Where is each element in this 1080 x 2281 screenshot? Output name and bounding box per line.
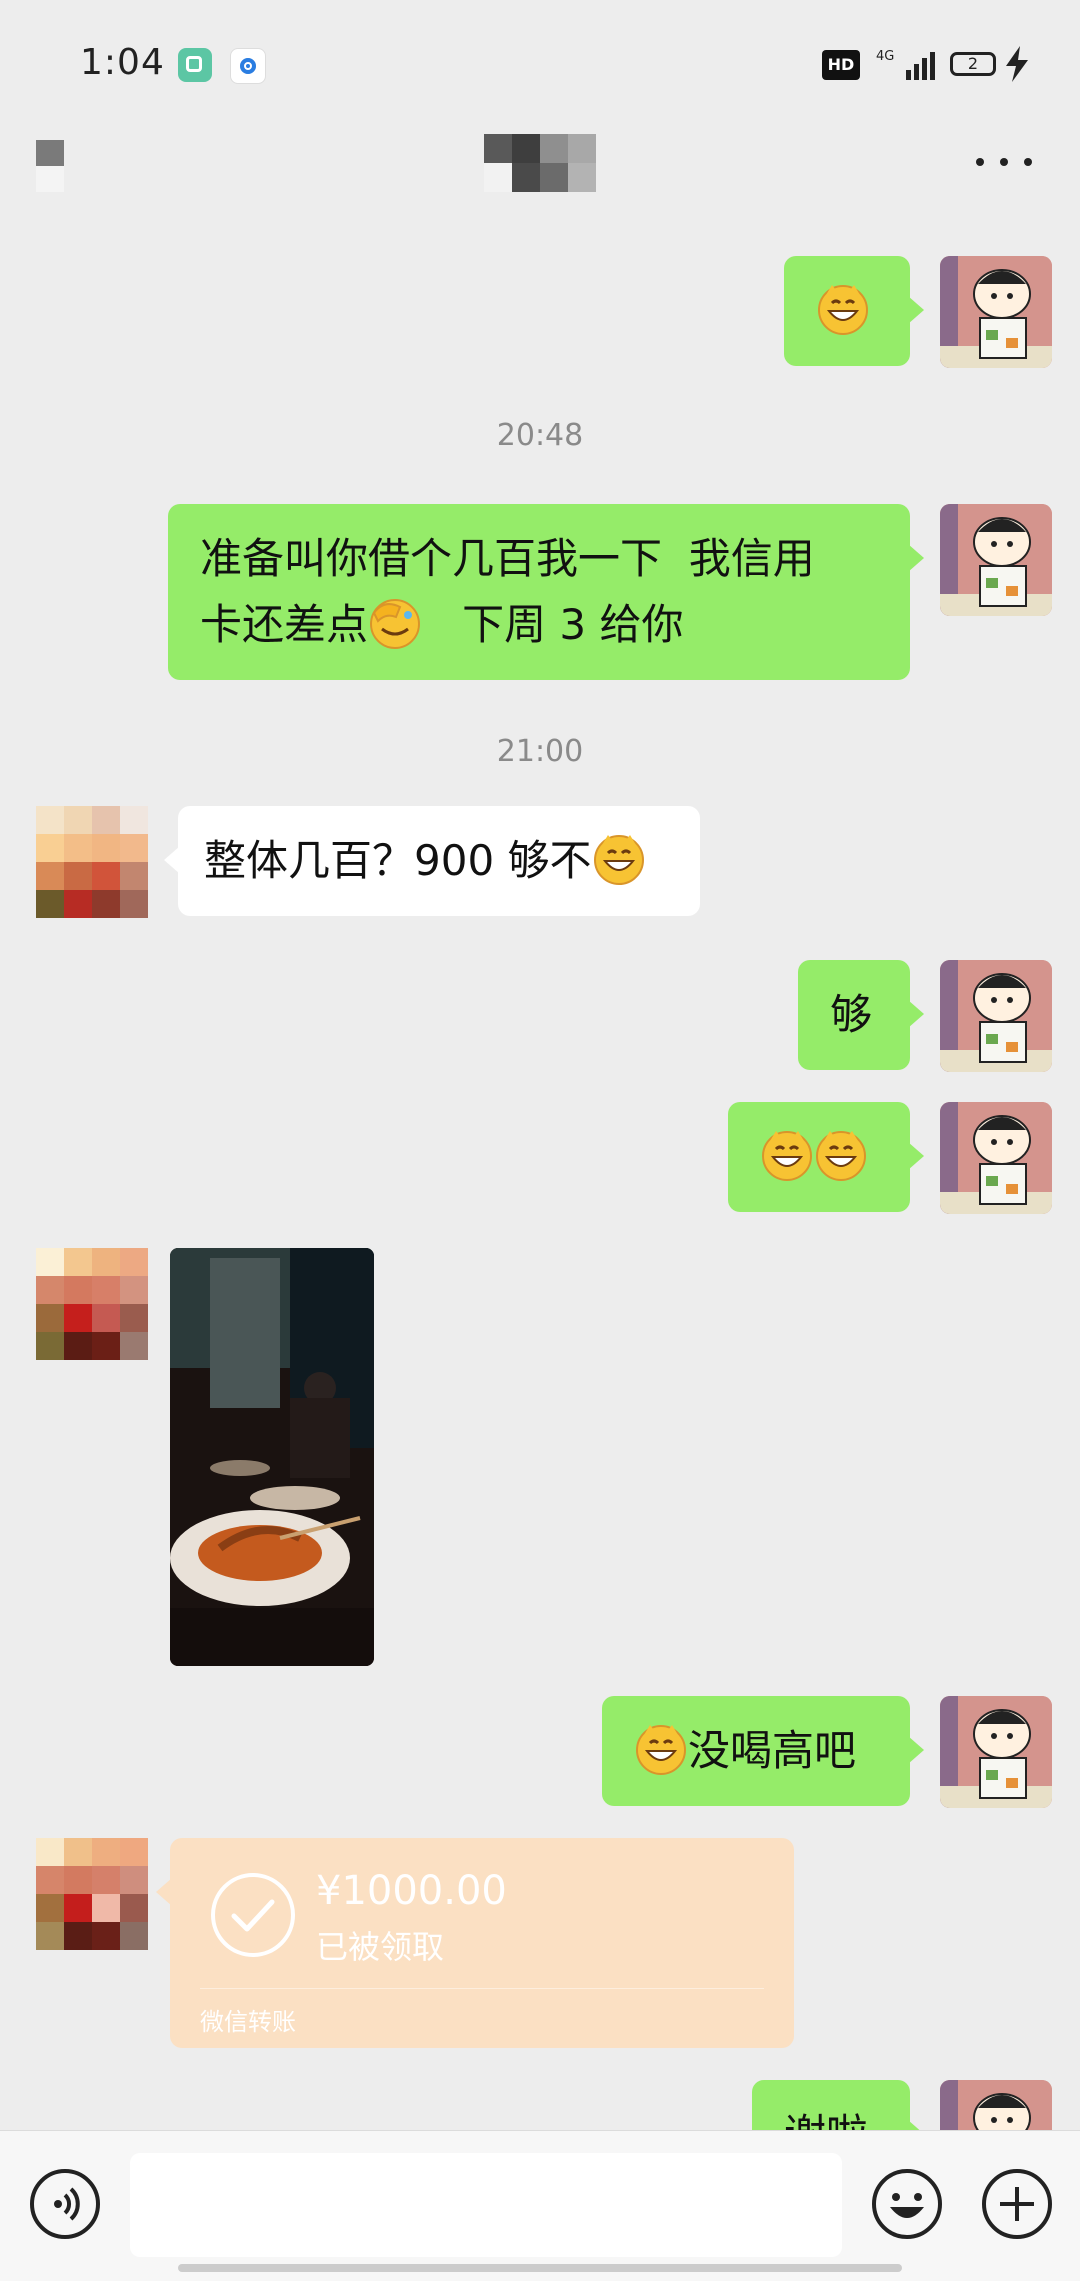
status-time: 1:04 bbox=[80, 42, 165, 83]
transfer-footer-label: 微信转账 bbox=[200, 2008, 296, 2036]
message-text: 整体几百？900 够不 bbox=[204, 836, 592, 885]
my-avatar[interactable] bbox=[940, 2080, 1052, 2130]
chat-title-mosaic bbox=[484, 134, 596, 192]
network-label: 4G bbox=[876, 49, 894, 64]
app-notification-icon bbox=[178, 48, 212, 82]
message-row: 谢啦 bbox=[0, 2080, 1080, 2130]
divider bbox=[200, 1988, 764, 1989]
message-text: 够 bbox=[830, 990, 873, 1039]
transfer-amount: ¥1000.00 bbox=[316, 1868, 507, 1914]
my-message-bubble[interactable]: 够 bbox=[798, 960, 924, 1070]
my-message-bubble[interactable] bbox=[728, 1102, 924, 1212]
chat-message-list[interactable]: 20:48 准备叫你借个几百我一下 我信用 卡还差点 下周 3 给你 21:00… bbox=[0, 240, 1080, 2130]
signal-icon: 4G bbox=[876, 49, 935, 80]
message-row: ¥1000.00 已被领取 微信转账 bbox=[0, 1838, 1080, 2050]
grin-emoji-icon bbox=[818, 285, 868, 335]
message-row bbox=[0, 1248, 1080, 1668]
my-avatar[interactable] bbox=[940, 256, 1052, 368]
app-notification-icon-2 bbox=[230, 48, 266, 84]
my-message-bubble[interactable]: 准备叫你借个几百我一下 我信用 卡还差点 下周 3 给你 bbox=[168, 504, 924, 680]
grin-emoji-icon bbox=[593, 835, 644, 885]
message-row: 准备叫你借个几百我一下 我信用 卡还差点 下周 3 给你 bbox=[0, 504, 1080, 680]
my-avatar[interactable] bbox=[940, 1696, 1052, 1808]
timestamp: 20:48 bbox=[496, 418, 584, 453]
peer-avatar[interactable] bbox=[36, 806, 148, 918]
my-avatar[interactable] bbox=[940, 504, 1052, 616]
grin-emoji-icon bbox=[762, 1131, 812, 1181]
status-bar: 1:04 HD 4G 2 bbox=[0, 0, 1080, 130]
my-avatar[interactable] bbox=[940, 960, 1052, 1072]
peer-avatar[interactable] bbox=[36, 1248, 148, 1360]
message-row: 够 bbox=[0, 960, 1080, 1072]
message-row bbox=[0, 1102, 1080, 1214]
charging-icon bbox=[1006, 46, 1028, 82]
hd-icon: HD bbox=[822, 50, 860, 80]
timestamp: 21:00 bbox=[496, 734, 584, 769]
message-row: 整体几百？900 够不 bbox=[0, 806, 1080, 918]
message-row bbox=[0, 256, 1080, 368]
peer-message-bubble[interactable]: 整体几百？900 够不 bbox=[164, 806, 700, 916]
my-message-bubble[interactable]: 谢啦 bbox=[752, 2080, 924, 2130]
home-indicator[interactable] bbox=[178, 2264, 902, 2272]
voice-icon[interactable] bbox=[30, 2169, 100, 2239]
message-text: 没喝高吧 bbox=[688, 1726, 857, 1775]
smiley-icon[interactable] bbox=[870, 2167, 944, 2241]
peer-avatar[interactable] bbox=[36, 1838, 148, 1950]
plus-icon[interactable] bbox=[980, 2167, 1054, 2241]
nav-bar bbox=[0, 130, 1080, 240]
battery-icon: 2 bbox=[950, 52, 996, 76]
facepalm-emoji-icon bbox=[370, 599, 421, 649]
message-text-tail: 下周 3 给你 bbox=[422, 600, 684, 649]
message-row: 没喝高吧 bbox=[0, 1696, 1080, 1808]
more-dots-icon[interactable] bbox=[976, 152, 1032, 172]
grin-emoji-icon bbox=[816, 1131, 866, 1181]
transfer-received-check-icon bbox=[211, 1873, 295, 1957]
my-message-bubble[interactable]: 没喝高吧 bbox=[602, 1696, 924, 1806]
grin-emoji-icon bbox=[636, 1725, 686, 1775]
message-input[interactable] bbox=[130, 2153, 842, 2257]
message-text: 谢啦 bbox=[784, 2110, 868, 2130]
my-avatar[interactable] bbox=[940, 1102, 1052, 1214]
restaurant-photo[interactable] bbox=[170, 1248, 374, 1666]
transfer-status: 已被领取 bbox=[316, 1928, 445, 1966]
my-message-bubble[interactable] bbox=[784, 256, 924, 366]
back-arrow-icon[interactable] bbox=[36, 136, 66, 196]
wechat-transfer-card[interactable]: ¥1000.00 已被领取 微信转账 bbox=[156, 1838, 794, 2048]
input-bar bbox=[0, 2130, 1080, 2281]
